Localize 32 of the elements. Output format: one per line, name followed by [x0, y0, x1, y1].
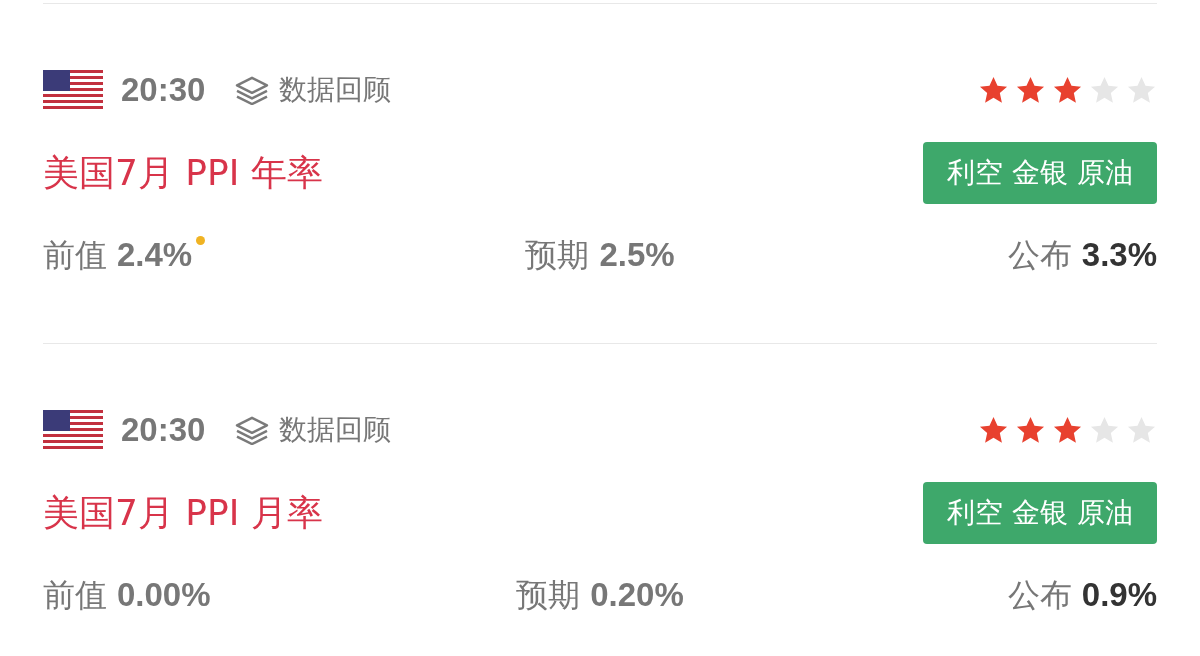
star-icon [1052, 414, 1083, 446]
star-icon [1089, 74, 1120, 106]
actual-label: 公布 [1007, 575, 1072, 616]
actual-label: 公布 [1007, 235, 1072, 276]
forecast-label: 预期 [516, 575, 581, 616]
data-review-link[interactable]: 数据回顾 [279, 71, 392, 109]
previous-label: 前值 [43, 235, 107, 276]
star-icon [1126, 74, 1157, 106]
previous-value: 0.00% [117, 576, 211, 614]
previous-value: 2.4% [117, 236, 193, 274]
actual-value: 3.3% [1081, 236, 1157, 274]
forecast-value: 0.20% [590, 576, 684, 614]
impact-tag: 利空 金银 原油 [923, 142, 1157, 204]
star-icon [1089, 414, 1120, 446]
flag-icon [43, 70, 103, 110]
event-time: 20:30 [121, 71, 206, 109]
previous-label: 前值 [43, 575, 107, 616]
actual-value: 0.9% [1081, 576, 1157, 614]
forecast-label: 预期 [525, 235, 590, 276]
event-title[interactable]: 美国7月 PPI 月率 [43, 488, 323, 538]
star-icon [1052, 74, 1083, 106]
event-time: 20:30 [121, 411, 206, 449]
star-icon [978, 74, 1009, 106]
impact-tag: 利空 金银 原油 [923, 482, 1157, 544]
star-icon [978, 414, 1009, 446]
event-title[interactable]: 美国7月 PPI 年率 [43, 148, 323, 198]
star-icon [1126, 414, 1157, 446]
star-icon [1015, 414, 1046, 446]
star-icon [1015, 74, 1046, 106]
data-review-link[interactable]: 数据回顾 [279, 411, 392, 449]
flag-icon [43, 410, 103, 450]
forecast-value: 2.5% [599, 236, 675, 274]
